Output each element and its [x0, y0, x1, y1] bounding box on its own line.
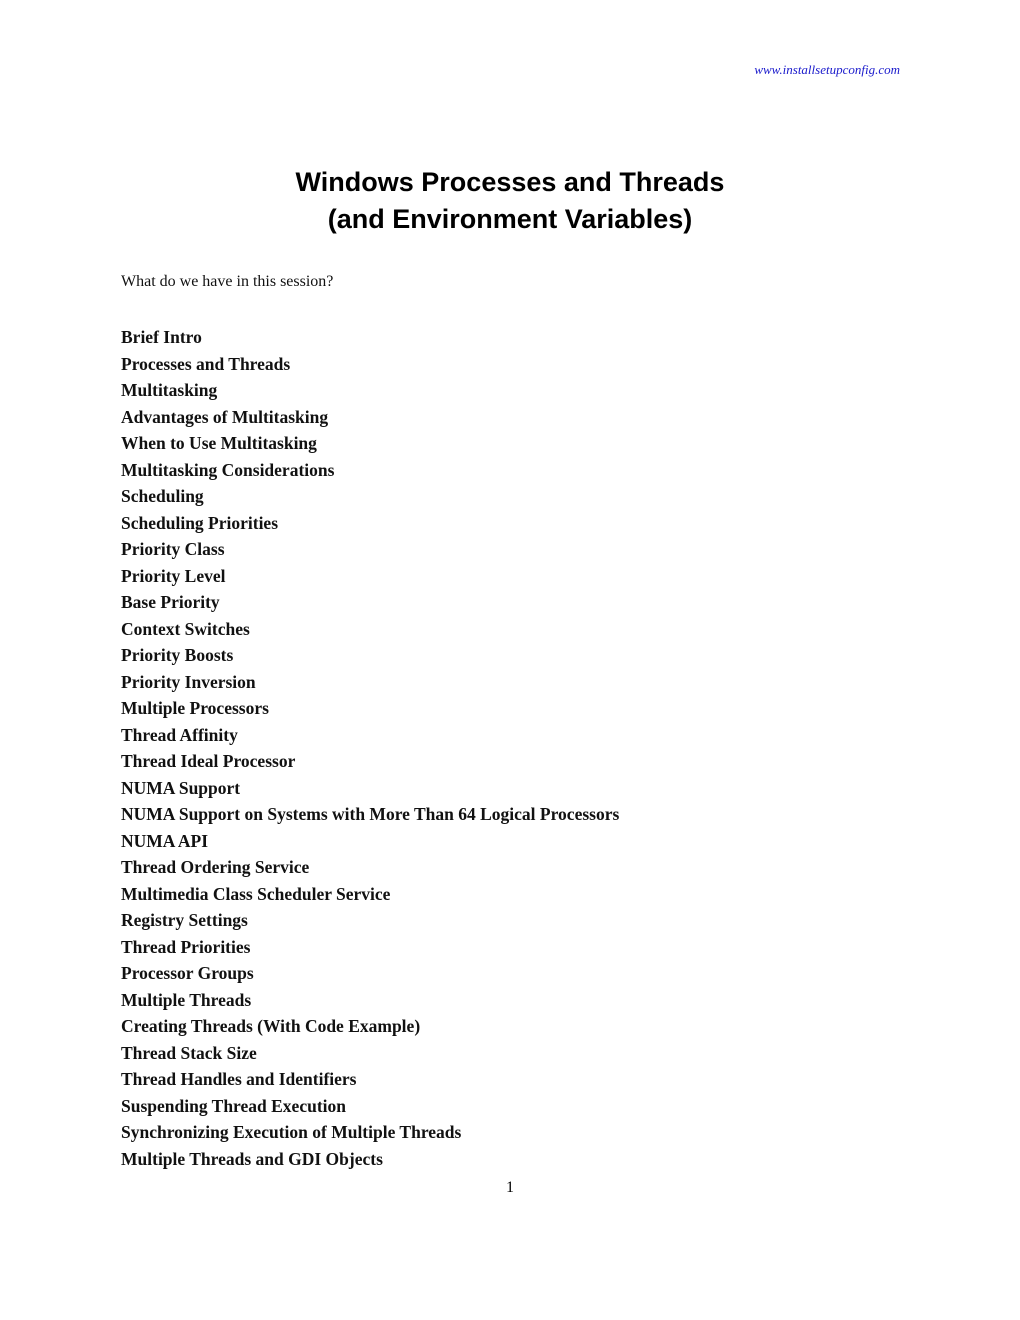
toc-item: Processes and Threads [121, 353, 291, 374]
toc-item: NUMA API [121, 830, 209, 851]
toc-item: Scheduling [121, 486, 204, 506]
toc-item: Multiple Threads [121, 989, 252, 1010]
toc-item: Suspending Thread Execution [121, 1095, 346, 1116]
page-number: 1 [506, 1179, 514, 1196]
toc-item: Base Priority [121, 592, 220, 612]
toc-item: Multiple Threads and GDI Objects [121, 1148, 383, 1169]
toc-item: Thread Stack Size [121, 1042, 257, 1063]
toc-item: Priority Level [121, 565, 226, 586]
toc-item: Registry Settings [121, 910, 248, 930]
toc-item: Thread Handles and Identifiers [121, 1069, 357, 1089]
toc-item: Thread Ideal Processor [121, 751, 296, 771]
toc-item: Context Switches [121, 618, 250, 639]
website-link[interactable]: www.installsetupconfig.com [754, 62, 900, 78]
toc-item: Multiple Processors [121, 698, 269, 718]
toc-item: Priority Inversion [121, 671, 256, 692]
toc-item: When to Use Multitasking [121, 433, 317, 453]
toc-item: NUMA Support on Systems with More Than 6… [121, 804, 620, 824]
toc-item: Multitasking [121, 380, 218, 400]
toc-item: Multimedia Class Scheduler Service [121, 883, 391, 904]
toc-item: Processor Groups [121, 963, 254, 983]
document-title: Windows Processes and Threads (and Envir… [0, 164, 1020, 238]
toc-item: NUMA Support [121, 777, 241, 798]
intro-text: What do we have in this session? [121, 273, 334, 290]
title-line-2: (and Environment Variables) [327, 204, 693, 234]
toc-item: Creating Threads (With Code Example) [121, 1016, 421, 1036]
table-of-contents: Brief Intro Processes and Threads Multit… [121, 324, 619, 1172]
toc-item: Priority Class [121, 539, 225, 559]
toc-item: Scheduling Priorities [121, 512, 279, 533]
toc-item: Priority Boosts [121, 645, 234, 665]
toc-item: Advantages of Multitasking [121, 406, 329, 427]
toc-item: Thread Ordering Service [121, 857, 310, 877]
toc-item: Thread Affinity [121, 724, 238, 745]
toc-item: Brief Intro [121, 327, 202, 347]
toc-item: Thread Priorities [121, 936, 251, 957]
toc-item: Multitasking Considerations [121, 459, 335, 480]
toc-item: Synchronizing Execution of Multiple Thre… [121, 1122, 462, 1142]
title-line-1: Windows Processes and Threads [295, 167, 725, 197]
